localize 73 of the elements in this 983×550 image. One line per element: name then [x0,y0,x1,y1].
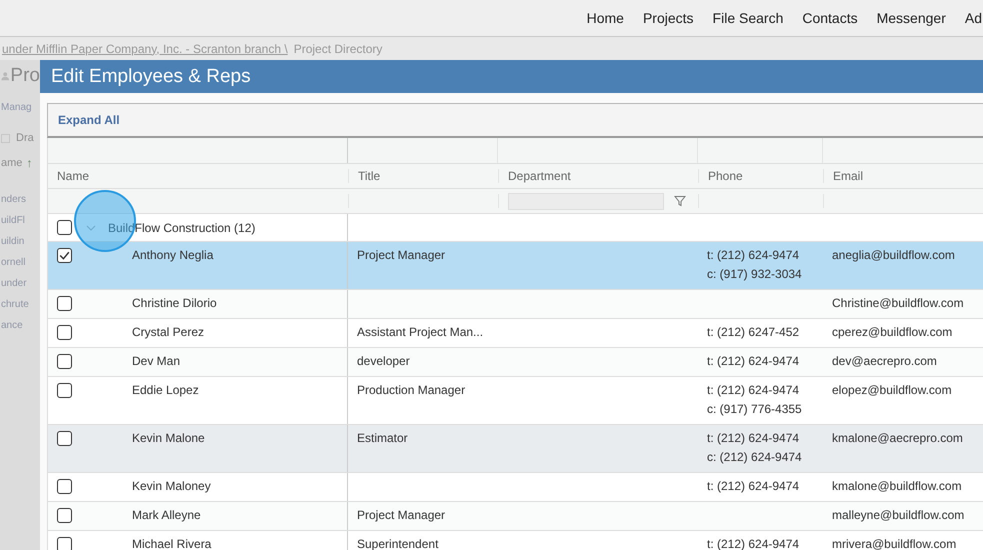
column-header[interactable]: Title [358,169,380,183]
table-cell-text: Eddie Lopez [132,382,199,399]
table-cell: dev@aecrepro.com [832,354,937,368]
table-cell: mrivera@buildflow.com [832,537,956,550]
phone-number: t: (212) 624-9474 [707,247,800,264]
table-cell: cperez@buildflow.com [832,325,952,339]
table-row[interactable]: Christine Dilorio Christine@buildflow.com [48,290,983,319]
table-cell: Christine@buildflow.com [832,296,964,310]
nav-link[interactable]: Messenger [876,10,946,26]
page-title: Pro [10,65,40,87]
table-cell: Estimator [357,431,408,445]
grid-icon [1,134,10,142]
phone-number: t: (212) 624-9474 [707,430,800,447]
filter-field[interactable] [508,192,664,210]
phone-number: t: (212) 624-9474 [707,353,800,370]
table-cell: Project Manager [357,508,446,522]
table-cell-text: Crystal Perez [132,324,204,341]
dialog-title: Edit Employees & Reps [51,66,251,88]
nav-link[interactable]: Contacts [802,10,858,26]
table-cell-text: Kevin Malone [132,430,205,447]
checkbox[interactable] [57,537,72,550]
phone-number: c: (917) 932-3034 [707,266,803,283]
table-cell-text: Dev Man [132,353,180,370]
checkbox[interactable] [57,431,72,446]
table-row[interactable]: Dev Man developer t: (212) 624-9474 dev@aecrepro.com [48,348,983,377]
table-cell: elopez@buildflow.com [832,383,952,397]
table-cell: kmalone@buildflow.com [832,479,962,493]
table-row[interactable]: Kevin Maloney t: (212) 624-9474 kmalone@buildflow.com [48,473,983,502]
table-cell: Production Manager [357,383,466,397]
column-header[interactable]: Email [833,169,864,183]
phone-number: t: (212) 624-9474 [707,382,800,399]
group-label: BuildFlow Construction (12) [108,220,256,234]
checkbox[interactable] [57,354,72,369]
column-header: ame [1,157,22,169]
table-row[interactable]: Crystal Perez Assistant Project Man... t: (212) 6247-452 cperez@buildflow.com [48,319,983,348]
nav-link[interactable]: Projects [642,10,694,26]
checkbox[interactable] [57,248,72,263]
breadcrumb-current: Project Directory [294,42,382,56]
expand-all-button[interactable]: Expand All [48,113,130,127]
checkbox[interactable] [57,296,72,311]
phone-number: t: (212) 6247-452 [707,324,800,341]
phone-number: c: (212) 624-9474 [707,449,803,466]
table-row[interactable]: Kevin Malone Estimator t: (212) 624-9474 c: (212) 624-9474 kmalone@aecrepro.com [48,425,983,473]
table-cell: Project Manager [357,248,446,262]
checkbox[interactable] [57,383,72,398]
column-header[interactable]: Name [57,169,90,183]
nav-link[interactable]: File Search [712,10,784,26]
sort-arrow-icon: ↑ [26,156,32,170]
table-row[interactable]: Eddie Lopez Production Manager t: (212) 624-9474 c: (917) 776-4355 elopez@buildflow.com [48,377,983,425]
table-cell: developer [357,354,410,368]
phone-number: t: (212) 624-9474 [707,478,800,495]
drag-hint: Dra [16,132,34,144]
table-cell-text: Anthony Neglia [132,247,214,264]
column-header[interactable]: Department [508,169,571,183]
table-cell: malleyne@buildflow.com [832,508,964,522]
table-cell-text: Mark Alleyne [132,507,201,524]
table-cell-text: Kevin Maloney [132,478,211,495]
table-cell: kmalone@aecrepro.com [832,431,963,445]
checkbox[interactable] [57,479,72,494]
table-cell-text: Christine Dilorio [132,295,217,312]
table-row[interactable]: Mark Alleyne Project Manager malleyne@buildflow.com [48,502,983,531]
table-cell-text: Michael Rivera [132,536,212,550]
phone-number: c: (917) 776-4355 [707,401,803,418]
checkbox[interactable] [57,325,72,340]
nav-link[interactable]: Ad [964,10,982,26]
checkbox[interactable] [57,508,72,523]
nav-link[interactable]: Home [586,10,624,26]
column-header[interactable]: Phone [708,169,743,183]
table-row[interactable]: Anthony Neglia Project Manager t: (212) 624-9474 c: (917) 932-3034 aneglia@buildflow.com [48,242,983,290]
table-cell: aneglia@buildflow.com [832,248,955,262]
filter-icon[interactable] [674,195,686,207]
checkbox[interactable] [57,220,72,235]
table-cell: Assistant Project Man... [357,325,484,339]
